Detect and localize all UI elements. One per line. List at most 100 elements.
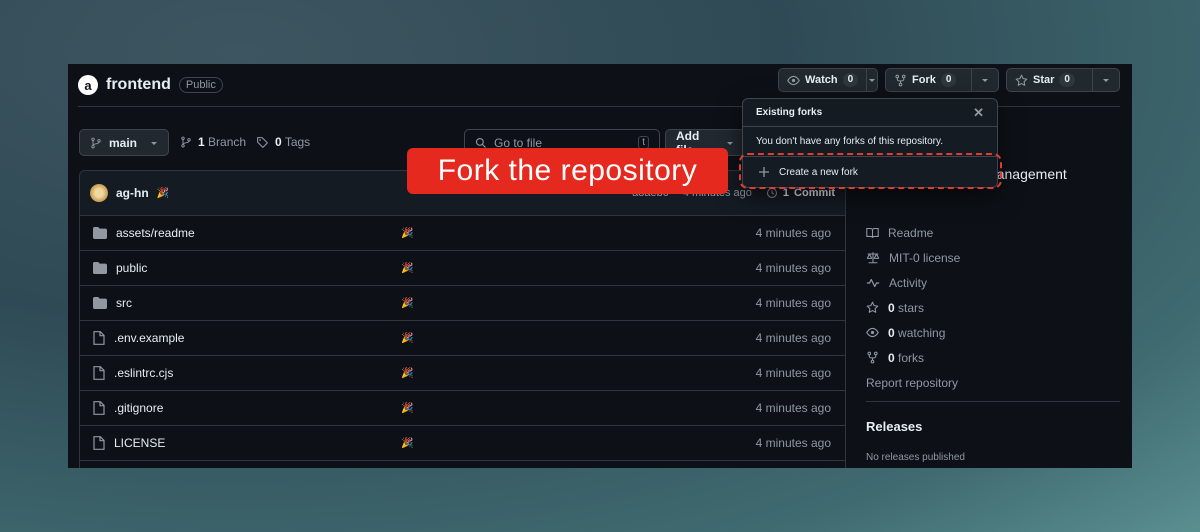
chevron-down-icon — [981, 76, 989, 84]
file-commit-message[interactable]: 🎉 — [401, 263, 413, 274]
eye-icon — [866, 326, 879, 339]
file-row[interactable]: .gitignore 🎉 4 minutes ago — [80, 391, 845, 426]
chevron-down-icon — [1102, 76, 1110, 84]
book-icon — [866, 227, 879, 239]
watch-label: Watch — [805, 74, 838, 86]
branch-selector[interactable]: main — [79, 129, 169, 156]
file-time: 4 minutes ago — [755, 401, 831, 415]
repo-name[interactable]: frontend — [106, 76, 171, 94]
file-icon — [93, 366, 105, 380]
watch-count: 0 — [842, 73, 859, 87]
folder-icon — [93, 227, 107, 239]
stars-count: 0 — [888, 300, 895, 315]
activity-link[interactable]: Activity — [866, 270, 1126, 295]
eye-icon — [787, 74, 800, 87]
pulse-icon — [866, 277, 880, 289]
file-name[interactable]: LICENSE — [114, 436, 165, 450]
highlight-outline — [739, 153, 1002, 189]
readme-link[interactable]: Readme — [866, 220, 1126, 245]
watching-count: 0 — [888, 325, 895, 340]
report-repository-link[interactable]: Report repository — [866, 370, 1126, 395]
file-name[interactable]: assets/readme — [116, 226, 195, 240]
releases-empty-text: No releases published — [866, 452, 965, 463]
file-browser: ag-hn 🎉 a8aeb6 4 minutes ago 1Commit ass… — [79, 170, 846, 468]
file-row[interactable]: LICENSE 🎉 4 minutes ago — [80, 426, 845, 461]
stars-link[interactable]: 0 stars — [866, 295, 1126, 320]
commit-message[interactable]: 🎉 — [157, 188, 169, 199]
search-icon — [475, 137, 487, 149]
folder-icon — [93, 297, 107, 309]
file-icon — [93, 401, 105, 415]
file-row[interactable]: .env.example 🎉 4 minutes ago — [80, 321, 845, 356]
star-dropdown-button[interactable] — [1091, 69, 1119, 91]
file-time: 4 minutes ago — [755, 296, 831, 310]
file-commit-message[interactable]: 🎉 — [401, 333, 413, 344]
watching-link[interactable]: 0 watching — [866, 320, 1126, 345]
file-icon — [93, 331, 105, 345]
file-name[interactable]: public — [116, 261, 147, 275]
forks-count: 0 — [888, 350, 895, 365]
branches-count: 1 — [198, 135, 205, 149]
tags-count: 0 — [275, 135, 282, 149]
commit-author[interactable]: ag-hn — [116, 186, 149, 200]
tags-label: Tags — [284, 135, 311, 149]
folder-icon — [93, 262, 107, 274]
chevron-down-icon — [868, 76, 876, 84]
file-commit-message[interactable]: 🎉 — [401, 368, 413, 379]
star-button-group: Star 0 — [1006, 68, 1120, 92]
file-name[interactable]: .eslintrc.cjs — [114, 366, 173, 380]
chevron-down-icon — [726, 139, 734, 147]
scale-icon — [866, 251, 880, 264]
fork-dropdown-button[interactable] — [970, 69, 998, 91]
file-row[interactable]: assets/readme 🎉 4 minutes ago — [80, 216, 845, 251]
fork-button-group: Fork 0 — [885, 68, 999, 92]
file-row[interactable]: src 🎉 4 minutes ago — [80, 286, 845, 321]
star-label: Star — [1033, 74, 1055, 86]
license-link[interactable]: MIT-0 license — [866, 245, 1126, 270]
owner-avatar[interactable]: a — [78, 75, 98, 95]
stars-label: stars — [898, 300, 925, 315]
file-row[interactable]: .eslintrc.cjs 🎉 4 minutes ago — [80, 356, 845, 391]
commit-author-avatar[interactable] — [90, 184, 108, 202]
tag-icon — [256, 136, 269, 149]
file-time: 4 minutes ago — [755, 261, 831, 275]
file-time: 4 minutes ago — [755, 226, 831, 240]
fork-menu-title: Existing forks — [756, 107, 823, 118]
forks-link[interactable]: 0 forks — [866, 345, 1126, 370]
activity-label: Activity — [889, 275, 928, 290]
file-name[interactable]: .gitignore — [114, 401, 163, 415]
branches-label: Branch — [208, 135, 247, 149]
close-icon[interactable]: ✕ — [973, 105, 984, 121]
watch-dropdown-button[interactable] — [866, 69, 877, 91]
watch-button-group: Watch 0 — [778, 68, 878, 92]
file-commit-message[interactable]: 🎉 — [401, 403, 413, 414]
tags-link[interactable]: 0 Tags — [256, 135, 310, 149]
license-label: MIT-0 license — [889, 250, 961, 265]
visibility-badge: Public — [178, 77, 223, 93]
file-commit-message[interactable]: 🎉 — [401, 438, 413, 449]
watching-label: watching — [898, 325, 946, 340]
star-icon — [866, 301, 879, 314]
fork-count: 0 — [940, 73, 957, 87]
releases-heading[interactable]: Releases — [866, 419, 922, 434]
file-commit-message[interactable]: 🎉 — [401, 228, 413, 239]
forks-label: forks — [898, 350, 925, 365]
callout-label: Fork the repository — [407, 148, 728, 194]
file-name[interactable]: .env.example — [114, 331, 184, 345]
file-icon — [93, 436, 105, 450]
star-icon — [1015, 74, 1028, 87]
fork-button[interactable]: Fork 0 — [886, 69, 971, 91]
file-time: 4 minutes ago — [755, 436, 831, 450]
branches-link[interactable]: 1 Branch — [180, 135, 246, 149]
file-row[interactable]: public 🎉 4 minutes ago — [80, 251, 845, 286]
about-links: Readme MIT-0 license Activity 0 stars 0 … — [866, 220, 1126, 395]
fork-icon — [866, 351, 879, 364]
star-button[interactable]: Star 0 — [1007, 69, 1092, 91]
file-name[interactable]: src — [116, 296, 132, 310]
github-window: a frontend Public Watch 0 Fork 0 Star 0 … — [68, 64, 1132, 468]
watch-button[interactable]: Watch 0 — [779, 69, 866, 91]
sidebar-divider — [866, 401, 1120, 402]
branch-icon — [180, 136, 192, 148]
fork-menu-header: Existing forks ✕ — [743, 99, 997, 127]
file-commit-message[interactable]: 🎉 — [401, 298, 413, 309]
